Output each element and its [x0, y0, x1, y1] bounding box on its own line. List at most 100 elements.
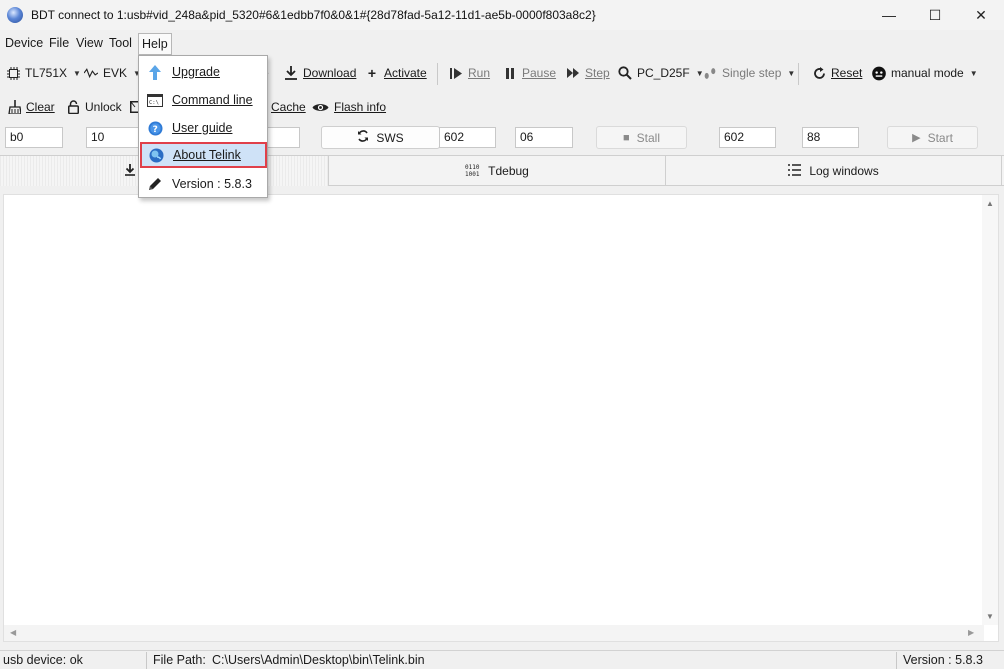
single-step-label: Single step — [722, 66, 782, 80]
menu-device[interactable]: Device — [2, 33, 46, 55]
unlock-label: Unlock — [85, 100, 122, 114]
board-label: EVK — [103, 66, 128, 80]
scroll-right-icon[interactable]: ▶ — [968, 628, 974, 637]
file-path-value: C:\Users\Admin\Desktop\bin\Telink.bin — [212, 653, 425, 667]
help-menu-dropdown: Upgrade C:\ Command line ? User guide Ab… — [138, 55, 268, 198]
run-button[interactable]: Run — [449, 64, 490, 82]
title-bar: BDT connect to 1:usb#vid_248a&pid_5320#6… — [0, 0, 1004, 30]
value-field-3[interactable]: 88 — [802, 127, 859, 148]
close-button[interactable]: ✕ — [958, 0, 1004, 30]
start-button[interactable]: ▶ Start — [887, 126, 978, 149]
chip-label: TL751X — [25, 66, 68, 80]
menu-item-upgrade[interactable]: Upgrade — [141, 59, 265, 85]
menu-item-label: User guide — [172, 121, 233, 135]
chevron-down-icon: ▼ — [787, 68, 796, 78]
play-icon — [449, 66, 463, 80]
address-field-2[interactable]: 602 — [439, 127, 496, 148]
horizontal-scrollbar[interactable]: ◀ ▶ — [4, 625, 984, 641]
fast-forward-icon — [566, 66, 580, 80]
chip-select[interactable]: TL751X ▼ — [6, 64, 81, 82]
address-field-1[interactable]: b0 — [5, 127, 63, 148]
minimize-button[interactable]: — — [866, 0, 912, 30]
sync-icon — [357, 130, 369, 145]
scroll-up-icon[interactable]: ▲ — [986, 199, 994, 208]
menu-item-version: Version : 5.8.3 — [141, 171, 265, 197]
scroll-left-icon[interactable]: ◀ — [10, 628, 16, 637]
menu-help[interactable]: Help — [138, 33, 172, 55]
run-label: Run — [468, 66, 491, 80]
toolbar-divider — [798, 63, 799, 85]
tab-tdebug-label: Tdebug — [488, 164, 529, 178]
svg-text:0110: 0110 — [465, 164, 480, 171]
chevron-down-icon: ▼ — [969, 68, 978, 78]
pause-button[interactable]: Pause — [503, 64, 556, 82]
menu-item-label: Command line — [172, 93, 253, 107]
scroll-down-icon[interactable]: ▼ — [986, 612, 994, 621]
plus-icon: + — [367, 65, 377, 81]
value-field-2[interactable]: 06 — [515, 127, 573, 148]
menu-item-label: Version : 5.8.3 — [172, 177, 252, 191]
mode-label: manual mode — [891, 66, 964, 80]
flash-info-button[interactable]: Flash info — [312, 98, 386, 116]
single-step-select[interactable]: Single step ▼ — [703, 64, 795, 82]
unlock-button[interactable]: Unlock — [66, 98, 122, 116]
terminal-icon: C:\ — [147, 92, 163, 108]
binary-icon: 0110 1001 — [465, 163, 480, 180]
flash-info-label: Flash info — [334, 100, 387, 114]
step-button[interactable]: Step — [566, 64, 610, 82]
clear-button[interactable]: Clear — [7, 98, 55, 116]
menu-tool[interactable]: Tool — [106, 33, 135, 55]
reset-label: Reset — [831, 66, 863, 80]
download-icon — [125, 163, 135, 179]
lock-icon — [66, 100, 80, 114]
download-label: Download — [303, 66, 357, 80]
maximize-button[interactable]: ☐ — [912, 0, 958, 30]
menu-item-command-line[interactable]: C:\ Command line — [141, 87, 265, 113]
footsteps-icon — [703, 66, 717, 80]
search-icon — [618, 66, 632, 80]
activate-button[interactable]: + Activate — [365, 64, 427, 82]
menu-bar: Device File View Tool Help — [0, 30, 1004, 56]
pause-icon — [503, 66, 517, 80]
toolbar-divider — [437, 63, 438, 85]
stall-label: Stall — [636, 130, 660, 145]
broom-icon — [7, 100, 21, 114]
activate-label: Activate — [384, 66, 427, 80]
address-field-3[interactable]: 602 — [719, 127, 776, 148]
step-label: Step — [585, 66, 610, 80]
tab-log-windows-label: Log windows — [809, 164, 879, 178]
board-select[interactable]: EVK ▼ — [84, 64, 141, 82]
app-globe-icon — [7, 7, 23, 23]
chip-icon — [6, 66, 20, 80]
window-title: BDT connect to 1:usb#vid_248a&pid_5320#6… — [31, 8, 596, 22]
mode-select[interactable]: manual mode ▼ — [872, 64, 978, 82]
menu-file[interactable]: File — [46, 33, 72, 55]
svg-text:1001: 1001 — [465, 171, 480, 177]
vertical-scrollbar[interactable]: ▲ ▼ — [982, 195, 998, 625]
globe-icon — [148, 147, 164, 163]
menu-item-about-telink[interactable]: About Telink — [140, 142, 267, 168]
gamepad-icon — [872, 66, 886, 80]
menu-view[interactable]: View — [73, 33, 106, 55]
svg-text:?: ? — [152, 125, 157, 135]
menu-item-label: Upgrade — [172, 65, 220, 79]
sws-button[interactable]: SWS — [321, 126, 440, 149]
pc-select[interactable]: PC_D25F ▼ — [618, 64, 704, 82]
file-path-label: File Path: — [153, 653, 206, 667]
device-status: usb device: ok — [3, 653, 83, 667]
pause-label: Pause — [522, 66, 557, 80]
svg-text:C:\: C:\ — [149, 100, 159, 106]
cache-button[interactable]: Cache — [271, 98, 306, 116]
reset-button[interactable]: Reset — [812, 64, 862, 82]
play-icon: ▶ — [912, 132, 921, 144]
log-output-area[interactable]: ▲ ▼ ◀ ▶ — [3, 194, 999, 642]
tab-tdebug[interactable]: 0110 1001 Tdebug — [329, 156, 666, 186]
tab-log-windows[interactable]: Log windows — [666, 156, 1002, 186]
status-divider — [146, 652, 147, 669]
menu-item-user-guide[interactable]: ? User guide — [141, 115, 265, 141]
help-circle-icon: ? — [147, 120, 163, 136]
stall-button[interactable]: ■ Stall — [596, 126, 687, 149]
download-button[interactable]: Download — [284, 64, 356, 82]
download-icon — [284, 66, 298, 80]
pencil-icon — [147, 176, 163, 192]
